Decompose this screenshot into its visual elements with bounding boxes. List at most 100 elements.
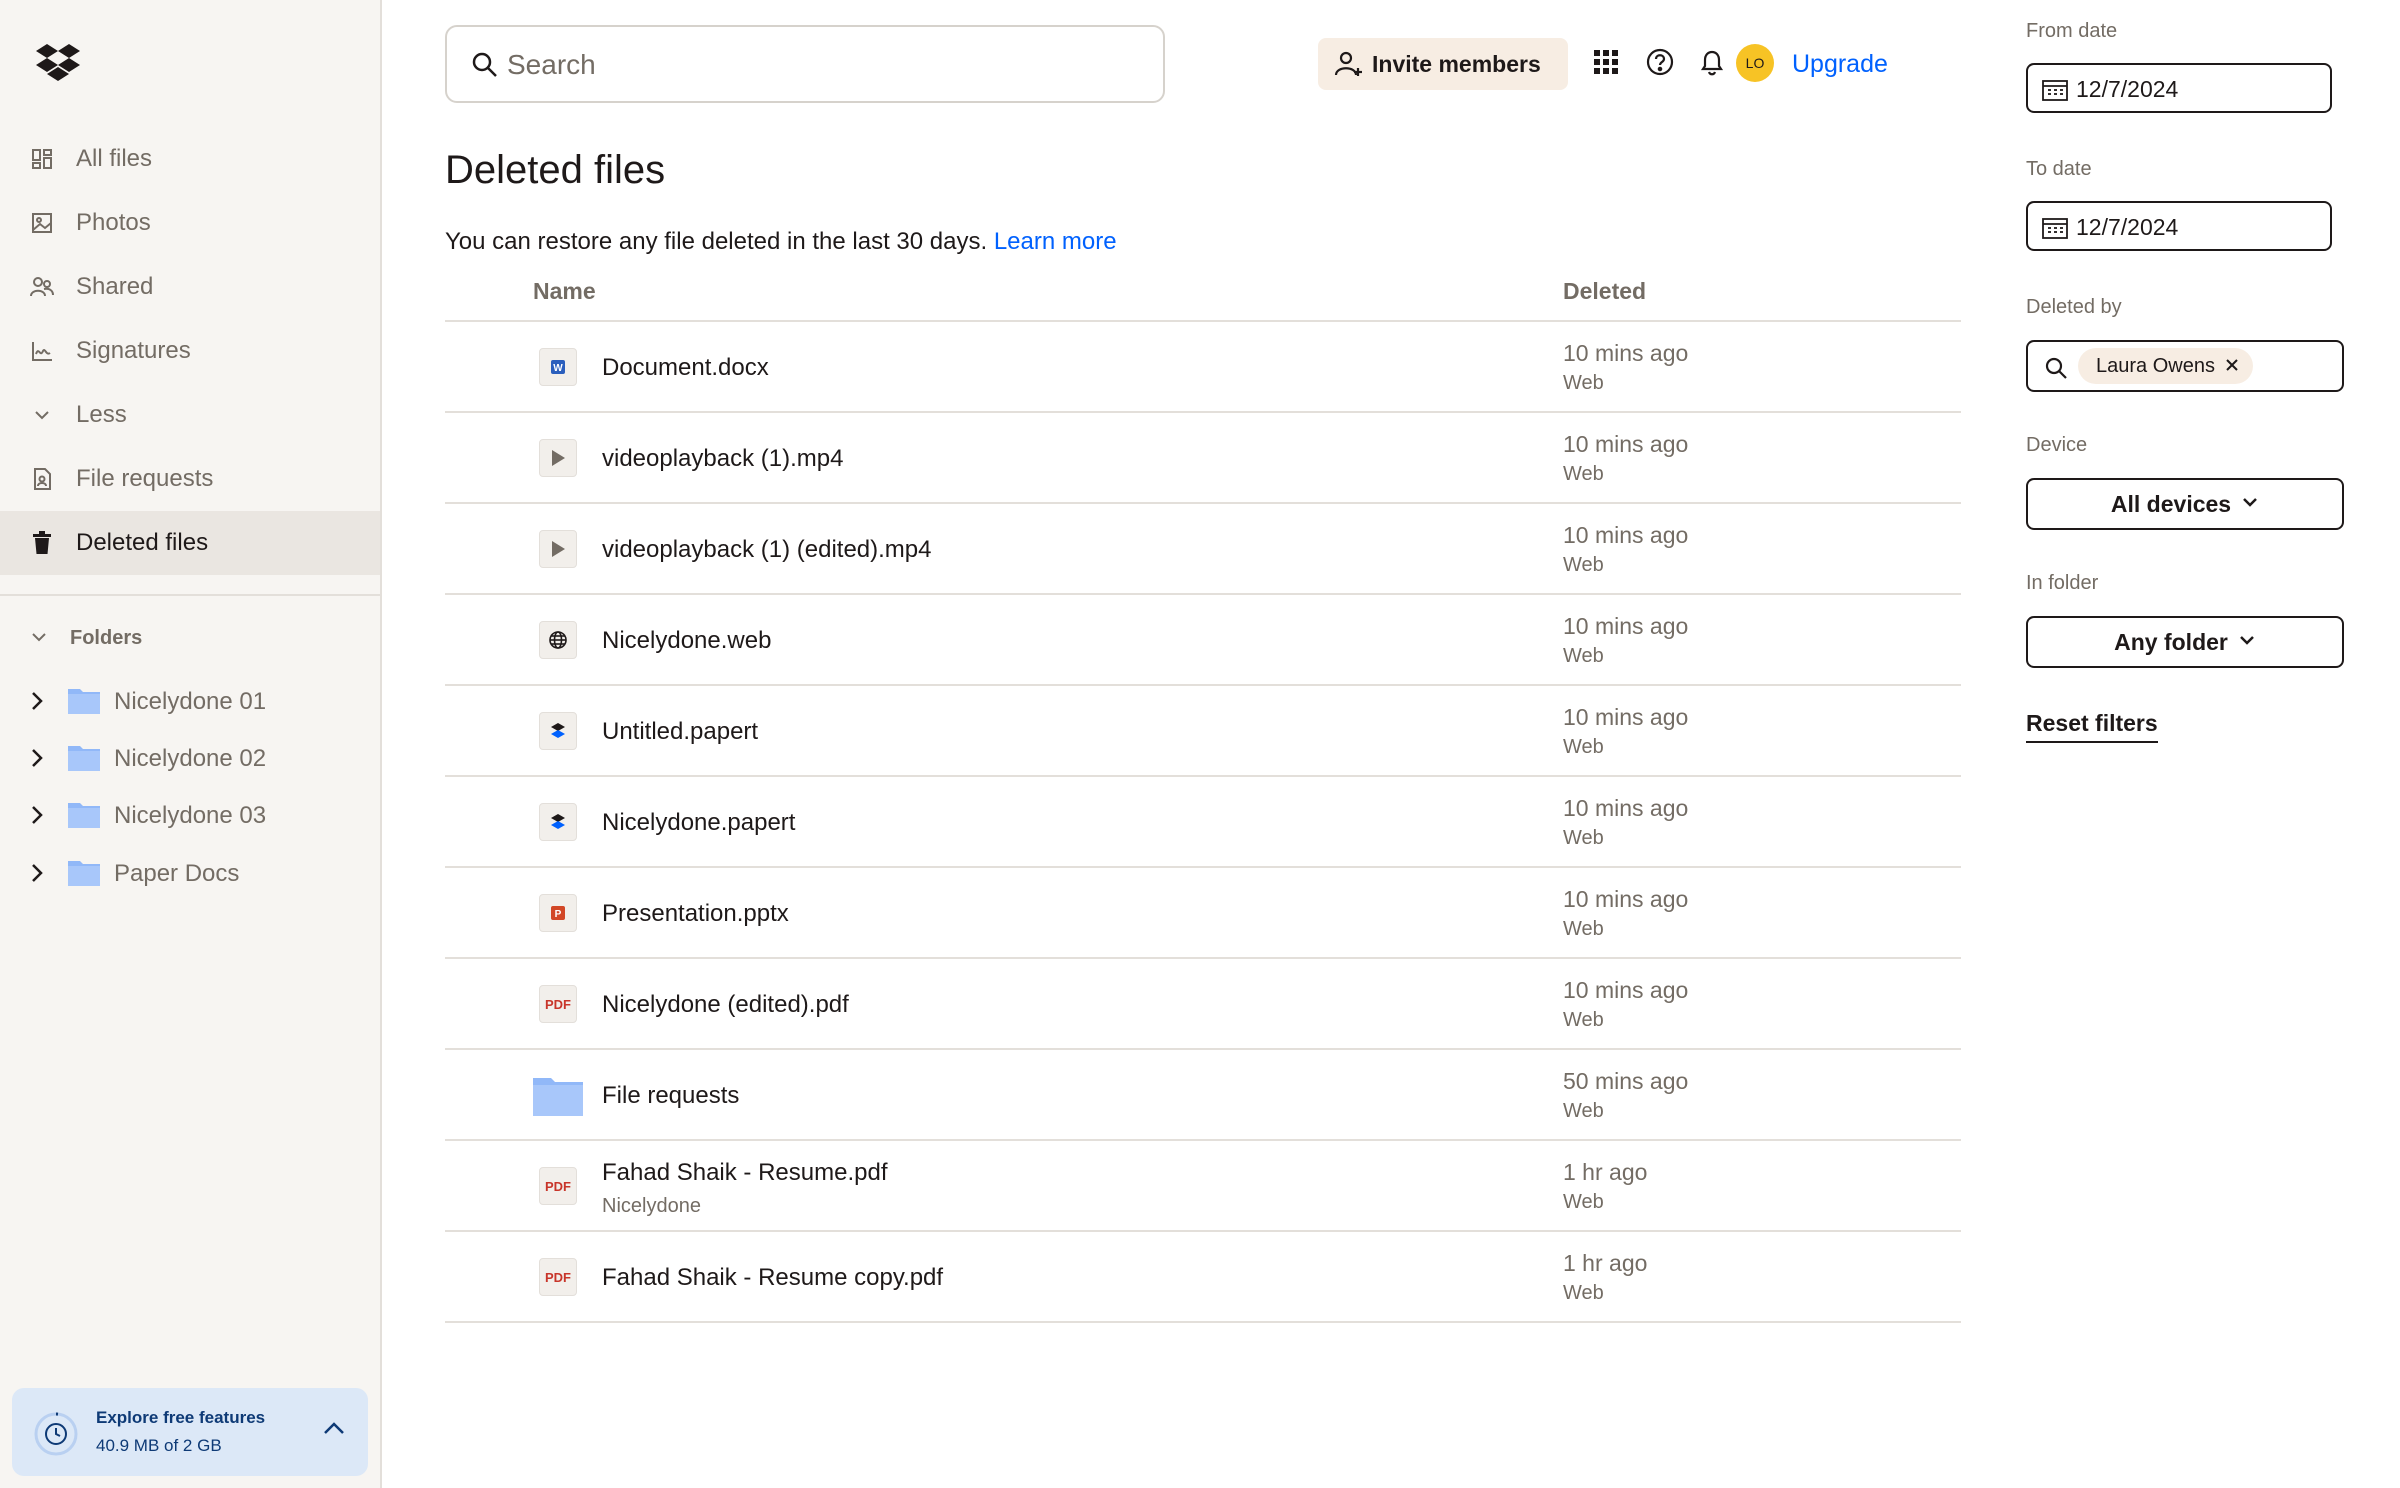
invite-members-button[interactable]: Invite members [1318,38,1568,90]
table-row[interactable]: Nicelydone.web 10 mins ago Web [445,593,1961,684]
deleted-by-label: Deleted by [2026,296,2122,318]
apps-grid-icon[interactable] [1590,46,1622,78]
avatar[interactable]: LO [1736,44,1774,82]
deleted-device: Web [1563,827,1604,849]
folder-select[interactable]: Any folder [2026,616,2344,668]
table-row[interactable]: File requests 50 mins ago Web [445,1048,1961,1139]
chevron-down-icon [30,628,48,651]
to-date-field[interactable]: 12/7/2024 [2026,201,2332,251]
table-row[interactable]: videoplayback (1) (edited).mp4 10 mins a… [445,502,1961,593]
svg-text:P: P [555,909,562,920]
file-name: Nicelydone.web [602,627,772,654]
table-row[interactable]: W Document.docx 10 mins ago Web [445,320,1961,411]
folder-icon [533,1072,583,1118]
explore-title: Explore free features [96,1408,266,1427]
chevron-right-icon[interactable] [30,862,44,889]
folder-label: Nicelydone 01 [114,688,267,715]
folders-section-toggle[interactable]: Folders [0,618,380,658]
pdf-tag: PDF [545,1269,571,1285]
deleted-time: 10 mins ago [1563,704,1689,730]
table-row[interactable]: Untitled.papert 10 mins ago Web [445,684,1961,775]
table-row[interactable]: videoplayback (1).mp4 10 mins ago Web [445,411,1961,502]
chevron-down-icon [2238,633,2256,651]
nav-label: Less [76,401,127,428]
deleted-time: 1 hr ago [1563,1159,1648,1185]
device-select[interactable]: All devices [2026,478,2344,530]
chevron-right-icon[interactable] [30,690,44,717]
folder-icon [68,858,100,891]
svg-text:W: W [553,363,563,374]
deleted-device: Web [1563,463,1604,485]
nav-label: Deleted files [76,529,209,556]
nav-deleted-files[interactable]: Deleted files [0,511,380,575]
deleted-device: Web [1563,554,1604,576]
invite-label: Invite members [1372,50,1541,77]
restore-notice: You can restore any file deleted in the … [445,228,1117,256]
notification-bell-icon[interactable] [1696,46,1728,78]
table-row[interactable]: PDF Fahad Shaik - Resume.pdf Nicelydone … [445,1139,1961,1230]
nav-file-requests[interactable]: File requests [0,447,380,511]
file-name: Presentation.pptx [602,900,789,927]
deleted-time: 10 mins ago [1563,340,1689,366]
dropbox-logo-icon[interactable] [36,42,80,82]
help-icon[interactable] [1644,46,1676,78]
upgrade-link[interactable]: Upgrade [1792,50,1888,79]
nav-shared[interactable]: Shared [0,255,380,319]
deleted-time: 10 mins ago [1563,886,1689,912]
nav-all-files[interactable]: All files [0,127,380,191]
table-row[interactable]: PDF Fahad Shaik - Resume copy.pdf 1 hr a… [445,1230,1961,1323]
paper-icon [533,708,583,754]
user-chip: Laura Owens [2078,348,2253,384]
sidebar-folder[interactable]: Nicelydone 02 [0,731,380,787]
search-box[interactable] [445,25,1165,103]
sidebar: All files Photos Shared Signatures Less … [0,0,382,1488]
learn-more-link[interactable]: Learn more [994,228,1117,255]
chevron-up-icon[interactable] [322,1420,346,1441]
signature-icon [28,337,56,365]
from-date-field[interactable]: 12/7/2024 [2026,63,2332,113]
nav-photos[interactable]: Photos [0,191,380,255]
table-row[interactable]: PDF Nicelydone (edited).pdf 10 mins ago … [445,957,1961,1048]
web-icon [533,617,583,663]
deleted-device: Web [1563,645,1604,667]
device-label: Device [2026,434,2088,456]
search-input[interactable] [507,43,1127,87]
nav-label: Signatures [76,337,191,364]
table-row[interactable]: Nicelydone.papert 10 mins ago Web [445,775,1961,866]
photos-icon [28,209,56,237]
deleted-time: 10 mins ago [1563,522,1689,548]
chevron-right-icon[interactable] [30,747,44,774]
sidebar-folder[interactable]: Paper Docs [0,846,380,902]
chevron-right-icon[interactable] [30,804,44,831]
file-name: Fahad Shaik - Resume.pdf [602,1159,888,1186]
column-header-deleted[interactable]: Deleted [1563,278,1646,305]
trash-icon [28,529,56,557]
folder-label: Paper Docs [114,860,240,887]
pdf-icon: PDF [533,1254,583,1300]
folder-icon [68,743,100,776]
sidebar-folder[interactable]: Nicelydone 03 [0,788,380,844]
pdf-icon: PDF [533,1163,583,1209]
folder-icon [68,686,100,719]
deleted-device: Web [1563,736,1604,758]
nav-label: Photos [76,209,151,236]
file-name: Nicelydone.papert [602,809,796,836]
file-name: videoplayback (1) (edited).mp4 [602,536,932,563]
file-name: Fahad Shaik - Resume copy.pdf [602,1264,944,1291]
folder-label: Nicelydone 03 [114,802,267,829]
sidebar-folder[interactable]: Nicelydone 01 [0,674,380,730]
column-header-name[interactable]: Name [533,278,596,305]
file-request-icon [28,465,56,493]
file-name: Nicelydone (edited).pdf [602,991,849,1018]
deleted-time: 1 hr ago [1563,1250,1648,1276]
nav-signatures[interactable]: Signatures [0,319,380,383]
explore-features-card[interactable]: Explore free features 40.9 MB of 2 GB [12,1388,368,1476]
device-value: All devices [2110,490,2232,517]
table-row[interactable]: P Presentation.pptx 10 mins ago Web [445,866,1961,957]
sidebar-divider [0,594,380,596]
close-icon[interactable] [2225,355,2239,378]
deleted-by-field[interactable]: Laura Owens [2026,340,2344,392]
add-user-icon [1334,50,1364,83]
nav-less[interactable]: Less [0,383,380,447]
reset-filters-button[interactable]: Reset filters [2026,710,2158,743]
